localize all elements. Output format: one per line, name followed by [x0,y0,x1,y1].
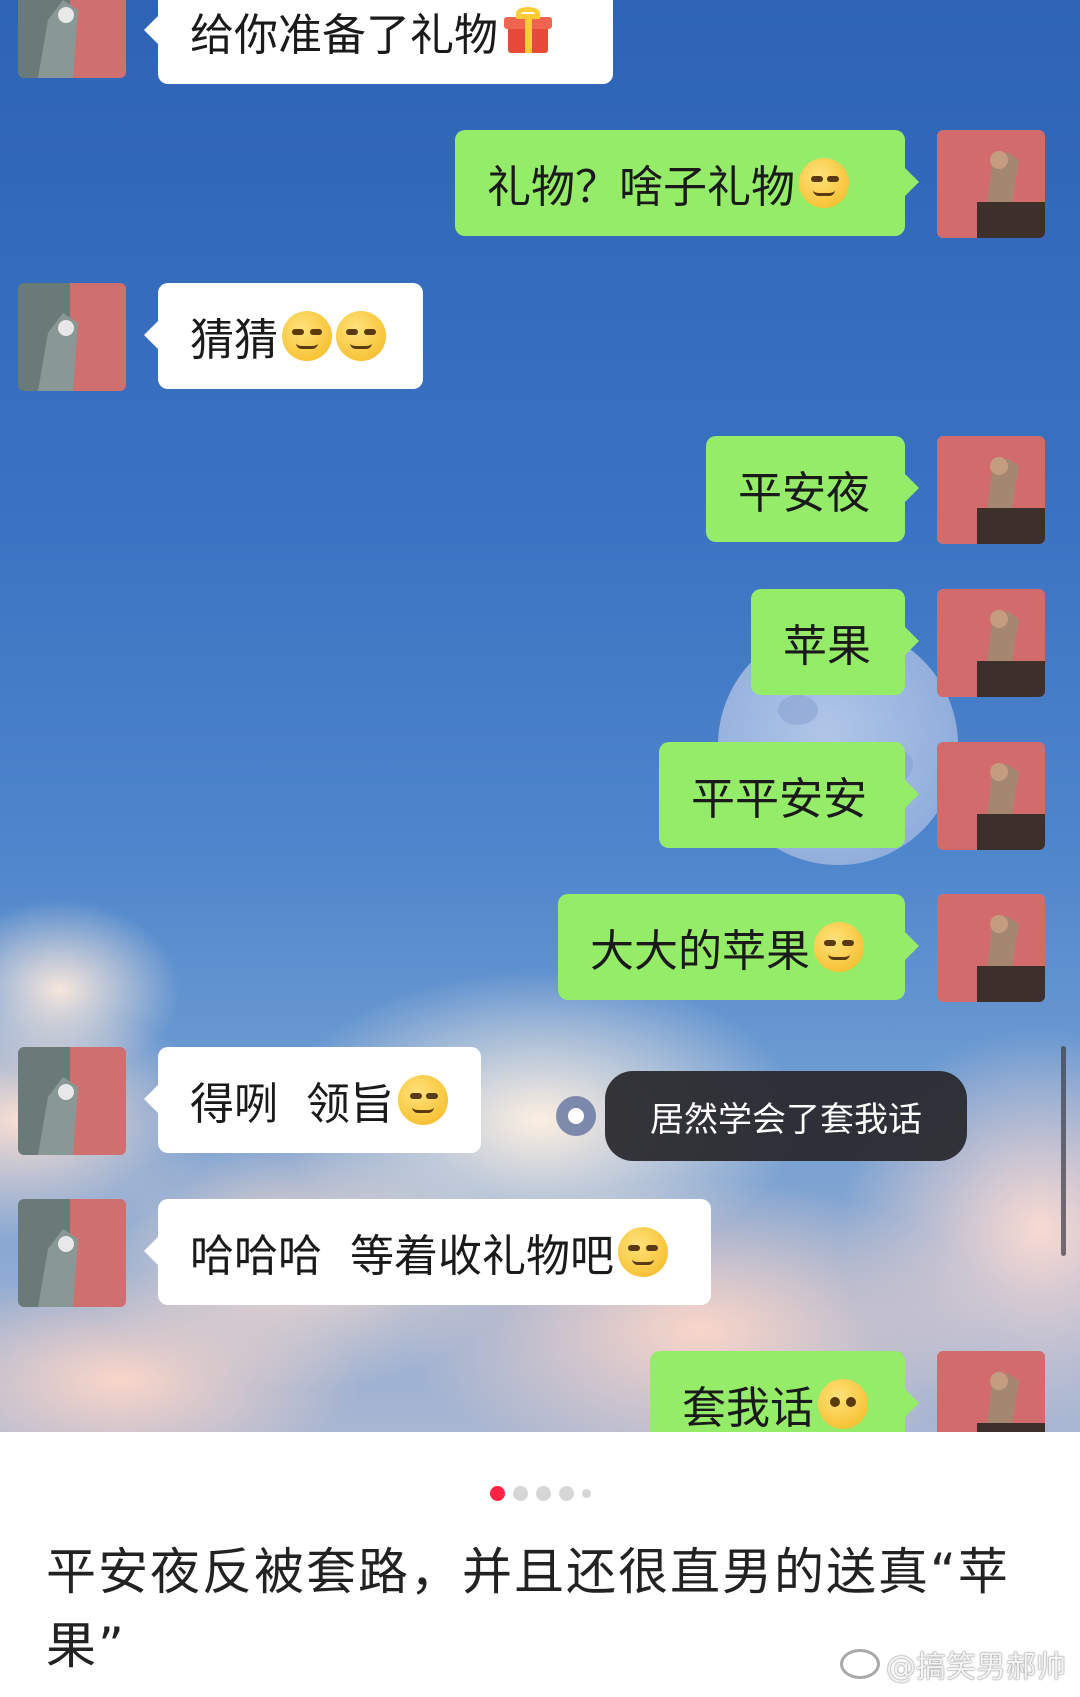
message-text: 给你准备了礼物 [190,10,498,61]
weibo-icon [840,1649,880,1679]
message-bubble[interactable]: 得咧 领旨 [144,1047,481,1153]
pager-dot[interactable] [558,1486,574,1501]
watermark: @搞笑男郝帅 [840,1642,1066,1686]
avatar-tom[interactable] [18,1047,126,1155]
message-text: 猜猜 [190,315,278,366]
pager-dot[interactable] [489,1486,505,1501]
message-text: 平平安安 [691,774,867,825]
message-text: 平安夜 [738,468,870,519]
message-bubble[interactable]: 礼物？啥子礼物 [455,130,919,236]
message-bubble[interactable]: 猜猜 [144,283,423,389]
avatar-jerry[interactable] [937,589,1045,697]
message-bubble[interactable]: 平平安安 [659,742,919,848]
message-text: 哈哈哈 等着收礼物吧 [190,1231,614,1282]
pager-dot[interactable] [581,1489,591,1498]
image-pager[interactable] [0,1486,1080,1501]
message-text: 礼物？啥子礼物 [487,162,795,213]
chat-screenshot: 给你准备了礼物 礼物？啥子礼物 猜猜 平安夜 苹果 平平安安 大大的苹果 得咧 … [0,0,1080,1432]
avatar-jerry[interactable] [937,130,1045,238]
avatar-jerry[interactable] [937,742,1045,850]
message-bubble[interactable]: 苹果 [751,589,919,695]
message-text: 套我话 [682,1383,814,1432]
scrollbar[interactable] [1061,1046,1066,1256]
surprised-face-icon [818,1379,868,1429]
avatar-tom[interactable] [18,283,126,391]
selection-handle[interactable] [556,1096,596,1136]
smirk-face-icon [814,922,864,972]
avatar-jerry[interactable] [937,1351,1045,1432]
message-bubble[interactable]: 哈哈哈 等着收礼物吧 [144,1199,711,1305]
comment-tooltip[interactable]: 居然学会了套我话 [605,1071,967,1161]
pager-dot[interactable] [535,1486,551,1501]
thinking-face-icon [799,158,849,208]
smile-face-icon [336,311,386,361]
avatar-tom[interactable] [18,0,126,78]
pager-dot[interactable] [512,1486,528,1501]
watermark-text: @搞笑男郝帅 [886,1650,1066,1685]
smirk-face-icon [617,1227,668,1277]
message-bubble[interactable]: 大大的苹果 [558,894,919,1000]
avatar-tom[interactable] [18,1199,126,1307]
message-bubble[interactable]: 给你准备了礼物 [144,0,613,84]
message-text: 大大的苹果 [590,926,810,977]
message-bubble[interactable]: 平安夜 [706,436,919,542]
message-bubble[interactable]: 套我话 [650,1351,919,1432]
avatar-jerry[interactable] [937,436,1045,544]
message-text: 苹果 [783,621,871,672]
message-text: 得咧 领旨 [190,1079,394,1130]
avatar-jerry[interactable] [937,894,1045,1002]
smirk-face-icon [282,311,332,361]
thinking-face-icon [397,1075,448,1125]
gift-icon [504,7,552,55]
